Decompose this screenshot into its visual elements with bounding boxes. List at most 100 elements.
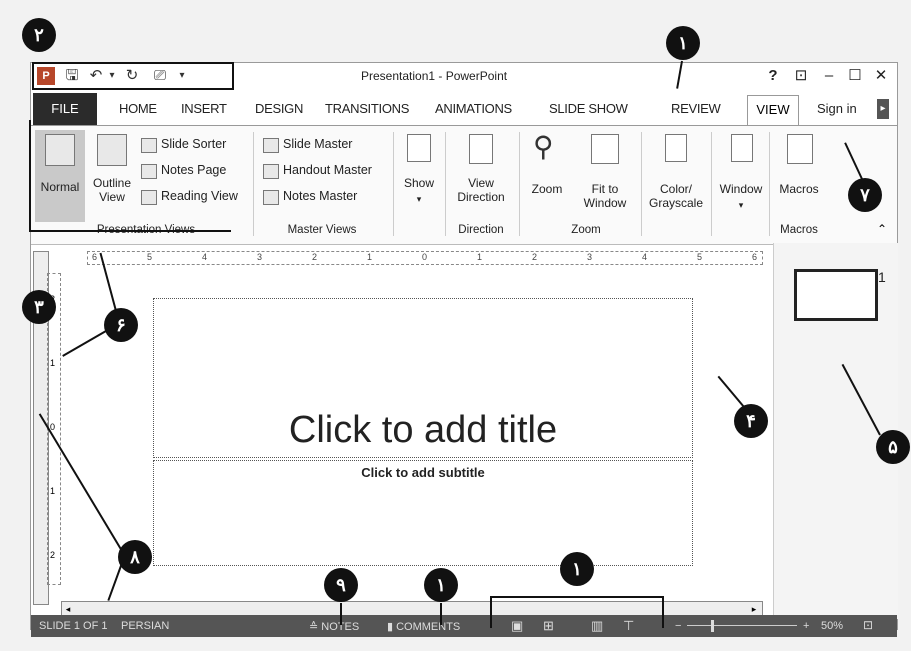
tab-home[interactable]: HOME <box>119 101 157 116</box>
tab-transitions[interactable]: TRANSITIONS <box>325 101 409 116</box>
view-direction-label: View Direction <box>457 176 505 204</box>
callout-10: ۱ <box>424 568 458 602</box>
callout-9: ۹ <box>324 568 358 602</box>
ruler-tick-label: 2 <box>312 252 318 262</box>
window-icon <box>731 134 753 162</box>
horizontal-ruler: 6 5 4 3 2 1 0 1 2 3 4 5 6 <box>87 251 763 265</box>
title-placeholder[interactable]: Click to add title <box>153 298 693 458</box>
callout-1-views: ۱ <box>560 552 594 586</box>
window-label: Window <box>719 182 763 196</box>
notes-master-icon <box>263 190 279 205</box>
tab-design[interactable]: DESIGN <box>255 101 303 116</box>
title-placeholder-text: Click to add title <box>288 409 558 451</box>
callout-8: ۸ <box>118 540 152 574</box>
separator <box>445 132 446 236</box>
ruler-tick-label: 5 <box>697 252 703 262</box>
comments-button[interactable]: ▮ COMMENTS <box>387 620 460 633</box>
ruler-tick-label: 2 <box>532 252 538 262</box>
ruler-tick-label: 2 <box>50 550 56 560</box>
notes-button[interactable]: ≙ NOTES <box>309 620 359 633</box>
comments-label: COMMENTS <box>396 621 461 633</box>
tab-animations[interactable]: ANIMATIONS <box>435 101 512 116</box>
window-button[interactable]: Window ▾ <box>715 130 767 218</box>
language-indicator[interactable]: PERSIAN <box>121 620 169 632</box>
callout-line <box>340 603 342 625</box>
master-views-group-label: Master Views <box>287 224 357 236</box>
separator <box>519 132 520 236</box>
close-button[interactable]: ✕ <box>869 65 893 87</box>
tab-view[interactable]: VIEW <box>747 95 799 126</box>
callout-2: ۲ <box>22 18 56 52</box>
status-bar: SLIDE 1 OF 1 PERSIAN ≙ NOTES ▮ COMMENTS … <box>31 615 897 637</box>
zoom-level[interactable]: 50% <box>821 620 843 632</box>
direction-group-label: Direction <box>458 224 504 236</box>
color-grayscale-button[interactable]: Color/ Grayscale <box>645 130 707 218</box>
scroll-tabs-icon[interactable]: ▸ <box>877 99 889 119</box>
scroll-right-icon[interactable]: ▸ <box>748 602 760 616</box>
slide-count: SLIDE 1 OF 1 <box>39 620 108 632</box>
ruler-tick-label: 3 <box>587 252 593 262</box>
zoom-slider-thumb[interactable] <box>711 620 714 632</box>
callout-1-title: ۱ <box>666 26 700 60</box>
macros-icon <box>787 134 813 164</box>
ruler-tick-label: 6 <box>92 252 98 262</box>
views-bracket <box>490 596 664 628</box>
ruler-tick-label: 6 <box>752 252 758 262</box>
slide-master-icon <box>263 138 279 153</box>
handout-master-icon <box>263 164 279 179</box>
zoom-group-label: Zoom <box>571 224 601 236</box>
collapse-ribbon-icon[interactable]: ⌃ <box>877 222 887 236</box>
subtitle-placeholder[interactable]: Click to add subtitle <box>153 460 693 566</box>
separator <box>253 132 254 236</box>
magnifier-icon: ⚲ <box>533 131 554 162</box>
slide-master-label: Slide Master <box>283 137 353 151</box>
subtitle-placeholder-text: Click to add subtitle <box>361 465 485 480</box>
zoom-label: Zoom <box>531 182 563 196</box>
macros-button[interactable]: Macros <box>773 130 825 218</box>
slide-thumbnail[interactable] <box>794 269 878 321</box>
show-label: Show <box>403 176 435 190</box>
ruler-tick-label: 1 <box>477 252 483 262</box>
separator <box>769 132 770 236</box>
zoom-slider[interactable] <box>687 625 797 626</box>
callout-7: ۷ <box>848 178 882 212</box>
callout-6: ۶ <box>104 308 138 342</box>
show-button[interactable]: Show ▾ <box>397 130 441 218</box>
ruler-tick-label: 1 <box>367 252 373 262</box>
separator <box>641 132 642 236</box>
maximize-button[interactable]: ☐ <box>843 65 867 87</box>
scroll-left-icon[interactable]: ◂ <box>62 602 74 616</box>
ruler-tick-label: 4 <box>202 252 208 262</box>
ribbon-display-icon[interactable]: ⊡ <box>789 65 813 87</box>
view-direction-button[interactable]: View Direction <box>449 130 513 218</box>
separator <box>711 132 712 236</box>
tab-review[interactable]: REVIEW <box>671 101 721 116</box>
help-icon[interactable]: ? <box>761 65 785 87</box>
show-icon <box>407 134 431 162</box>
minimize-button[interactable]: – <box>817 65 841 87</box>
zoom-button[interactable]: ⚲ Zoom <box>525 130 569 218</box>
color-grayscale-label: Color/ Grayscale <box>648 182 704 210</box>
tab-insert[interactable]: INSERT <box>181 101 227 116</box>
slide-thumbnail-number: 1 <box>878 269 886 285</box>
callout-4: ۴ <box>734 404 768 438</box>
ruler-tick-label: 0 <box>422 252 428 262</box>
notes-master-label: Notes Master <box>283 189 358 203</box>
callout-line <box>440 603 442 625</box>
sign-in-link[interactable]: Sign in <box>817 101 857 116</box>
ribbon-bracket <box>29 120 231 232</box>
macros-group-label: Macros <box>780 224 818 236</box>
ruler-tick-label: 1 <box>50 358 56 368</box>
ruler-tick-label: 5 <box>147 252 153 262</box>
fit-to-window-button[interactable]: Fit to Window <box>575 130 635 218</box>
tab-slide-show[interactable]: SLIDE SHOW <box>549 101 628 116</box>
fit-to-window-icon <box>591 134 619 164</box>
slide-canvas: Click to add title Click to add subtitle <box>83 268 773 608</box>
separator <box>393 132 394 236</box>
zoom-in-icon[interactable]: + <box>803 620 809 632</box>
window-dropdown-icon: ▾ <box>738 200 744 210</box>
fit-slide-icon[interactable]: ⊡ <box>863 618 873 632</box>
callout-5: ۵ <box>876 430 910 464</box>
fit-to-window-label: Fit to Window <box>583 182 627 210</box>
zoom-out-icon[interactable]: − <box>675 620 681 632</box>
